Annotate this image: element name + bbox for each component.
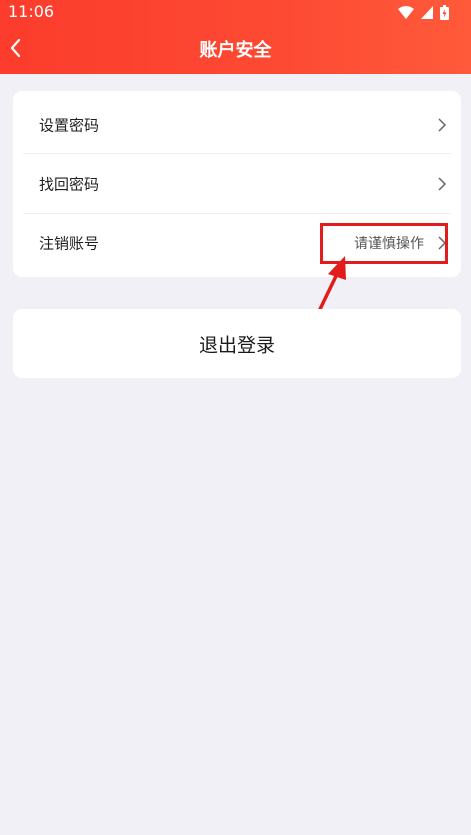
cellular-signal-icon — [421, 5, 433, 19]
chevron-right-icon — [438, 176, 447, 191]
logout-button[interactable]: 退出登录 — [13, 309, 461, 378]
page-title: 账户安全 — [199, 40, 272, 61]
logout-label: 退出登录 — [198, 334, 275, 356]
nav-bar: 账户安全 — [0, 24, 471, 74]
status-bar: 11:06 — [0, 0, 471, 24]
recover-password-item[interactable]: 找回密码 — [13, 154, 461, 213]
recover-password-label: 找回密码 — [39, 175, 100, 193]
battery-icon — [440, 4, 449, 20]
status-time: 11:06 — [8, 2, 55, 21]
wifi-icon — [398, 5, 414, 19]
chevron-right-icon — [438, 117, 447, 132]
set-password-label: 设置密码 — [39, 116, 100, 134]
set-password-item[interactable]: 设置密码 — [13, 95, 461, 154]
status-icons — [398, 4, 449, 20]
app-header: 11:06 账户安全 — [0, 0, 471, 74]
deactivate-account-label: 注销账号 — [39, 234, 100, 252]
